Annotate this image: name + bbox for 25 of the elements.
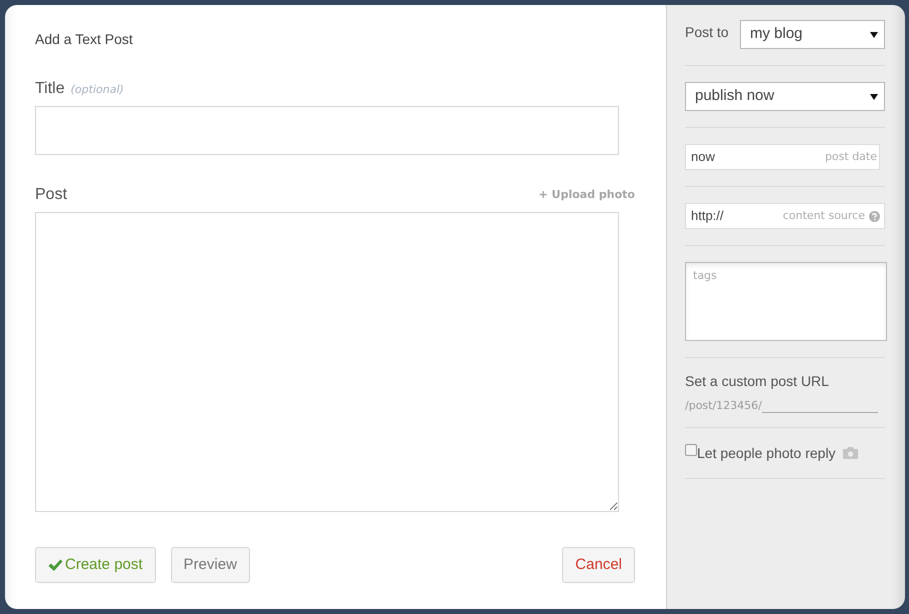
publish-select[interactable]: publish now [685, 82, 885, 111]
photo-reply-label[interactable]: Let people photo reply [697, 442, 836, 464]
caret-icon [870, 94, 878, 100]
optional-hint: (optional) [70, 82, 124, 98]
blog-select[interactable]: my blog [740, 20, 885, 49]
photo-reply-checkbox[interactable] [685, 444, 697, 456]
post-label: Post [35, 185, 68, 205]
page-heading: Add a Text Post [35, 30, 133, 49]
post-to-label: Post to [685, 23, 729, 42]
post-date-label: post date [824, 148, 877, 165]
custom-url-label: Set a custom post URL [685, 372, 829, 390]
url-prefix: /post/123456/ [685, 399, 762, 413]
tags-field[interactable]: tags [685, 262, 887, 341]
content-source-label: content source [782, 208, 865, 224]
content-source-field[interactable]: http:// content source [685, 203, 885, 229]
help-icon[interactable] [869, 210, 880, 222]
post-body-field[interactable] [35, 212, 619, 512]
title-field[interactable] [35, 106, 619, 155]
post-date-field[interactable]: now post date [685, 144, 880, 170]
check-icon [48, 558, 63, 572]
cancel-button[interactable]: Cancel [562, 547, 635, 583]
title-label: Title [35, 79, 65, 99]
preview-button[interactable]: Preview [170, 547, 250, 583]
camera-icon [842, 447, 858, 459]
caret-icon [870, 32, 878, 38]
